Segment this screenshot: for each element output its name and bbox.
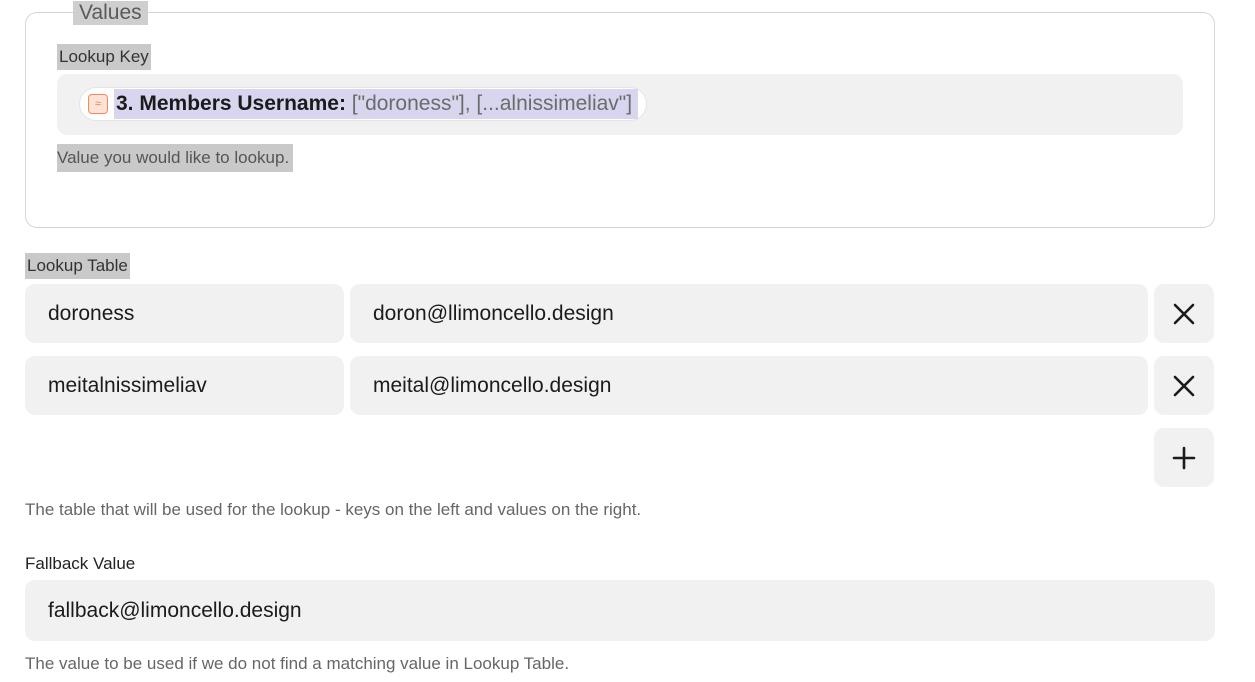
pill-value: ["doroness"], [...alnissimeliav"]	[351, 92, 633, 115]
remove-row-button[interactable]	[1154, 284, 1214, 343]
pill-step: 3. Members Username:	[116, 92, 346, 115]
lookup-key-help: Value you would like to lookup.	[57, 144, 294, 172]
table-row-key[interactable]: doroness	[25, 284, 344, 343]
close-icon	[1173, 303, 1195, 324]
plus-icon	[1172, 446, 1196, 469]
lookup-key-label: Lookup Key	[57, 44, 151, 70]
lookup-key-input[interactable]: ≈ 3. Members Username: ["doroness"], [..…	[57, 74, 1183, 135]
add-row-button[interactable]	[1154, 428, 1214, 487]
remove-row-button[interactable]	[1154, 356, 1214, 415]
table-row-value[interactable]: meital@limoncello.design	[350, 356, 1148, 415]
fallback-input[interactable]: fallback@limoncello.design	[25, 580, 1215, 641]
pill-text: 3. Members Username: ["doroness"], [...a…	[114, 89, 639, 119]
mapped-field-pill[interactable]: ≈ 3. Members Username: ["doroness"], [..…	[79, 87, 648, 121]
table-row-value[interactable]: doron@llimoncello.design	[350, 284, 1148, 343]
formatter-icon: ≈	[88, 94, 108, 114]
table-row-key[interactable]: meitalnissimeliav	[25, 356, 344, 415]
values-fieldset: Values Lookup Key ≈ 3. Members Username:…	[25, 1, 1215, 228]
values-legend: Values	[73, 1, 148, 25]
lookup-table-label: Lookup Table	[25, 253, 130, 279]
fallback-label: Fallback Value	[25, 554, 136, 573]
lookup-table-help: The table that will be used for the look…	[25, 500, 642, 519]
fallback-help: The value to be used if we do not find a…	[25, 654, 570, 673]
close-icon	[1173, 375, 1195, 396]
